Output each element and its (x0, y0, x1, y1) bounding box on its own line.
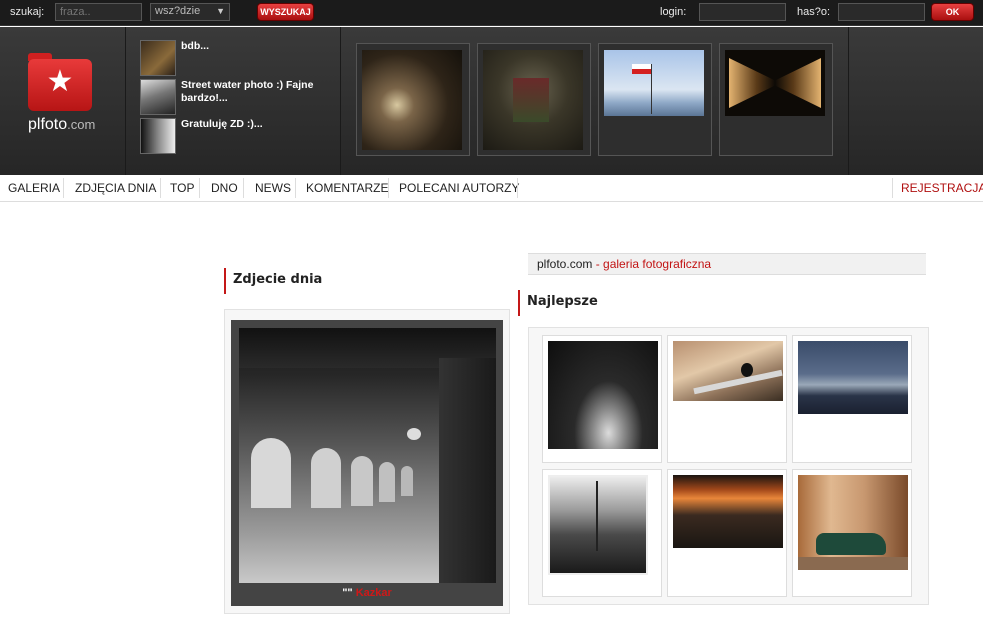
nav-top[interactable]: TOP (170, 181, 194, 195)
chevron-down-icon: ▼ (216, 6, 225, 16)
best-photo[interactable] (792, 469, 912, 597)
best-photos-grid (528, 327, 929, 605)
top-bar: szukaj: wsz?dzie ▼ WYSZUKAJ login: has?o… (0, 0, 983, 26)
best-photo[interactable] (542, 335, 662, 463)
nav-rejestracja[interactable]: REJESTRACJA (901, 181, 983, 195)
photo-of-day-panel: "" Kazkar (224, 309, 510, 614)
brand-bar: plfoto.com - galeria fotograficzna (528, 253, 926, 275)
comment-thumbnail[interactable] (140, 118, 176, 154)
best-photo[interactable] (792, 335, 912, 463)
best-photo[interactable] (542, 469, 662, 597)
nav-komentarze[interactable]: KOMENTARZE (306, 181, 388, 195)
featured-photo[interactable] (477, 43, 591, 156)
search-label: szukaj: (10, 6, 45, 18)
photo-of-day-caption: "" Kazkar (342, 587, 392, 599)
nav-polecani-autorzy[interactable]: POLECANI AUTORZY (399, 181, 519, 195)
nav-dno[interactable]: DNO (211, 181, 238, 195)
comment-text[interactable]: Gratuluję ZD :)... (181, 118, 331, 131)
best-title: Najlepsze (518, 290, 598, 316)
featured-photo[interactable] (356, 43, 470, 156)
login-ok-button[interactable]: OK (931, 3, 974, 21)
search-input[interactable] (55, 3, 142, 21)
password-label: has?o: (797, 6, 831, 18)
folder-star-icon[interactable]: ★ (28, 53, 92, 111)
site-header: ★ plfoto.com bdb... Street water photo :… (0, 27, 983, 175)
brand-tagline: galeria fotograficzna (603, 257, 712, 271)
search-button[interactable]: WYSZUKAJ (257, 3, 314, 21)
photo-of-day-title: Zdjecie dnia (224, 268, 322, 294)
best-photo[interactable] (667, 469, 787, 597)
comment-thumbnail[interactable] (140, 40, 176, 76)
nav-zdjecia-dnia[interactable]: ZDJĘCIA DNIA (75, 181, 156, 195)
featured-photo[interactable] (719, 43, 833, 156)
comment-text[interactable]: Street water photo :) Fajne bardzo!... (181, 79, 331, 105)
logo-text[interactable]: plfoto.com (28, 116, 95, 134)
photo-of-day-author[interactable]: Kazkar (356, 587, 392, 599)
password-input[interactable] (838, 3, 925, 21)
nav-galeria[interactable]: GALERIA (8, 181, 60, 195)
search-scope-value: wsz?dzie (155, 5, 201, 17)
comment-text[interactable]: bdb... (181, 40, 331, 53)
featured-photo[interactable] (598, 43, 712, 156)
login-input[interactable] (699, 3, 786, 21)
comment-thumbnail[interactable] (140, 79, 176, 115)
best-photo[interactable] (667, 335, 787, 463)
main-nav: GALERIA ZDJĘCIA DNIA TOP DNO NEWS KOMENT… (0, 175, 983, 202)
photo-of-day[interactable]: "" Kazkar (231, 320, 503, 606)
login-label: login: (660, 6, 687, 18)
nav-news[interactable]: NEWS (255, 181, 291, 195)
brand-site: plfoto.com (537, 257, 593, 271)
search-scope-select[interactable]: wsz?dzie ▼ (150, 3, 230, 21)
